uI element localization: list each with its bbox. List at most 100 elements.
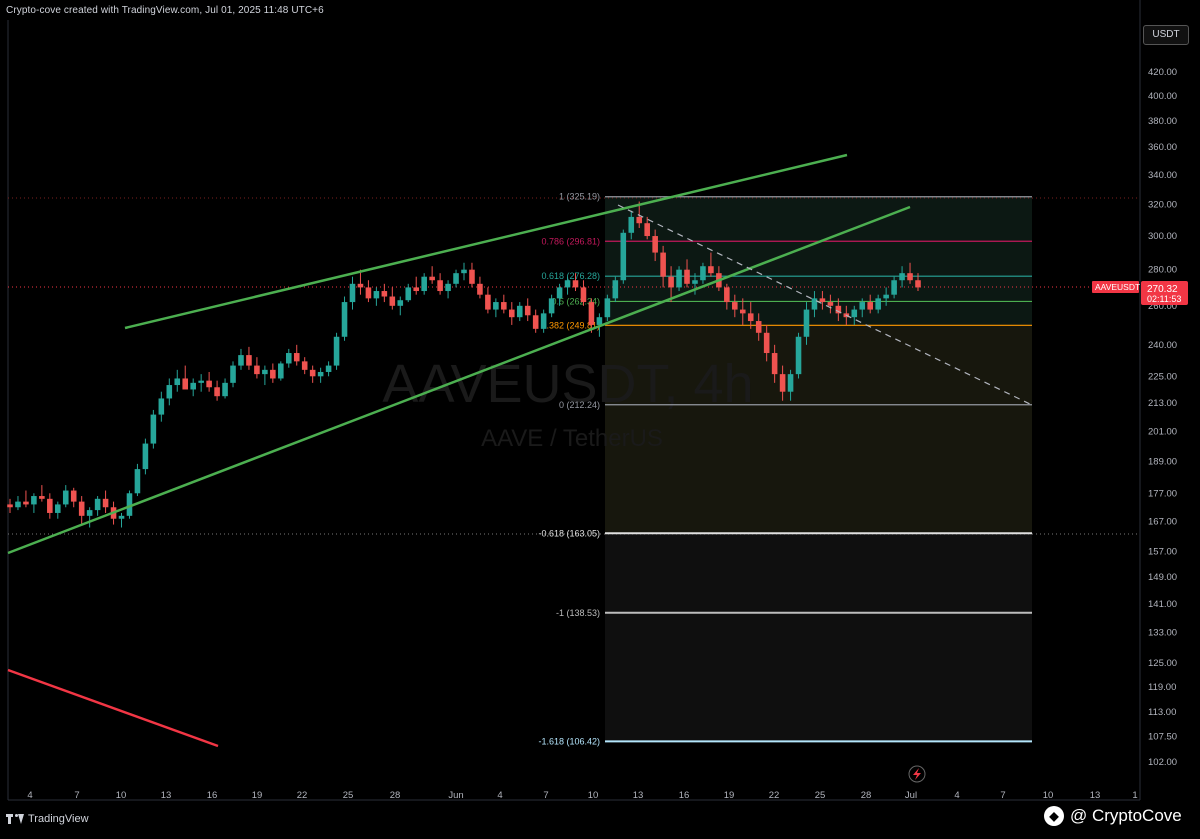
time-axis-label: 16 — [207, 790, 218, 801]
fib-level-label: 1 (325.19) — [559, 192, 600, 202]
price-axis-label: 280.00 — [1148, 265, 1177, 276]
time-axis-label: 13 — [161, 790, 172, 801]
candle-body — [405, 287, 412, 301]
price-axis-label: 157.00 — [1148, 547, 1177, 558]
candle-body — [851, 309, 858, 318]
currency-button[interactable]: USDT — [1143, 25, 1189, 45]
candle-body — [763, 332, 770, 354]
candle-body — [285, 353, 292, 364]
price-axis-label: 113.00 — [1148, 707, 1176, 718]
time-axis-label: 22 — [769, 790, 780, 801]
candle-body — [429, 276, 435, 281]
time-axis-label: 7 — [1000, 790, 1005, 801]
symbol-subtitle: AAVE / TetherUS — [481, 425, 663, 452]
candle-body — [875, 298, 881, 310]
candle-body — [357, 283, 364, 288]
candle-body — [190, 382, 196, 390]
candle-body — [166, 385, 173, 399]
candle-body — [477, 283, 483, 295]
candle-body — [317, 371, 324, 377]
tradingview-logo[interactable]: TradingView — [6, 813, 89, 825]
fib-level-label: -1.618 (106.42) — [538, 736, 600, 746]
fib-level-label: 0.618 (276.28) — [541, 271, 600, 281]
candle-body — [31, 496, 37, 505]
price-axis-label: 125.00 — [1148, 658, 1177, 669]
candle-body — [524, 305, 531, 316]
candle-body — [293, 353, 300, 362]
candle-body — [182, 378, 189, 390]
time-axis-label: 28 — [861, 790, 872, 801]
time-axis-label: 13 — [633, 790, 644, 801]
candle-body — [39, 496, 45, 499]
candlestick-chart[interactable]: AAVEUSDT, 4hAAVE / TetherUS1 (325.19)0.7… — [0, 0, 1200, 834]
candle-body — [461, 269, 467, 274]
candle-body — [262, 369, 268, 375]
candle-body — [198, 380, 204, 383]
candle-body — [158, 398, 165, 415]
tradingview-icon — [6, 814, 24, 824]
time-axis-label: 25 — [815, 790, 826, 801]
candle-body — [604, 298, 611, 318]
candle-body — [915, 280, 921, 288]
candle-body — [381, 291, 388, 297]
candle-body — [102, 498, 109, 508]
candle-body — [684, 269, 690, 284]
candle-body — [23, 501, 29, 505]
candle-body — [620, 232, 627, 281]
candle-body — [516, 305, 523, 318]
price-axis-label: 189.00 — [1148, 456, 1177, 467]
candle-body — [373, 291, 380, 299]
candle-body — [78, 501, 85, 516]
price-axis-label: 340.00 — [1148, 170, 1177, 181]
candle-body — [755, 321, 762, 333]
candle-body — [580, 287, 587, 303]
candle-body — [86, 510, 93, 516]
time-axis-label: 10 — [588, 790, 599, 801]
candle-body — [803, 309, 810, 337]
time-axis-label: 13 — [1090, 790, 1101, 801]
candle-body — [660, 252, 666, 277]
red-trendline — [7, 668, 219, 748]
candle-body — [899, 273, 905, 281]
price-axis-label: 201.00 — [1148, 426, 1177, 437]
tradingview-label: TradingView — [28, 813, 89, 825]
candle-body — [692, 280, 698, 284]
candle-body — [469, 269, 475, 284]
time-axis-label: Jun — [448, 790, 463, 801]
candle-body — [493, 302, 499, 310]
time-axis-label: 19 — [252, 790, 263, 801]
candle-body — [572, 280, 579, 288]
price-axis-label: 141.00 — [1148, 599, 1177, 610]
price-axis-label: 213.00 — [1148, 398, 1177, 409]
candle-body — [437, 280, 443, 292]
chart-canvas[interactable]: AAVEUSDT, 4h AAVE / TetherUS 1 (325.19) 0.7… — [0, 0, 1200, 834]
flash-bolt-icon — [913, 768, 921, 780]
candle-body — [739, 309, 746, 314]
candle-body — [540, 313, 547, 329]
candle-body — [509, 309, 515, 318]
candle-body — [62, 490, 69, 505]
time-axis-label: 25 — [343, 790, 354, 801]
candle-body — [811, 298, 818, 310]
candle-body — [907, 273, 913, 281]
fib-level-label: 0 (212.24) — [559, 400, 600, 410]
time-axis-label: 7 — [74, 790, 79, 801]
price-axis-label: 320.00 — [1148, 200, 1177, 211]
candle-body — [859, 302, 866, 310]
candle-body — [309, 369, 316, 377]
candle-body — [676, 269, 682, 288]
candle-body — [349, 283, 356, 303]
price-axis-label: 177.00 — [1148, 488, 1177, 499]
candle-body — [485, 294, 491, 310]
time-axis-label: 4 — [954, 790, 959, 801]
fib-zone-lower — [605, 533, 1032, 742]
time-axis-label: 22 — [297, 790, 308, 801]
candle-body — [867, 302, 873, 310]
candle-body — [397, 300, 404, 306]
time-axis-label: 1 — [1132, 790, 1137, 801]
candle-body — [724, 287, 730, 303]
candle-body — [238, 355, 244, 366]
time-axis-label: 19 — [724, 790, 735, 801]
cryptocove-label: @ CryptoCove — [1070, 806, 1182, 825]
candle-body — [15, 501, 21, 508]
